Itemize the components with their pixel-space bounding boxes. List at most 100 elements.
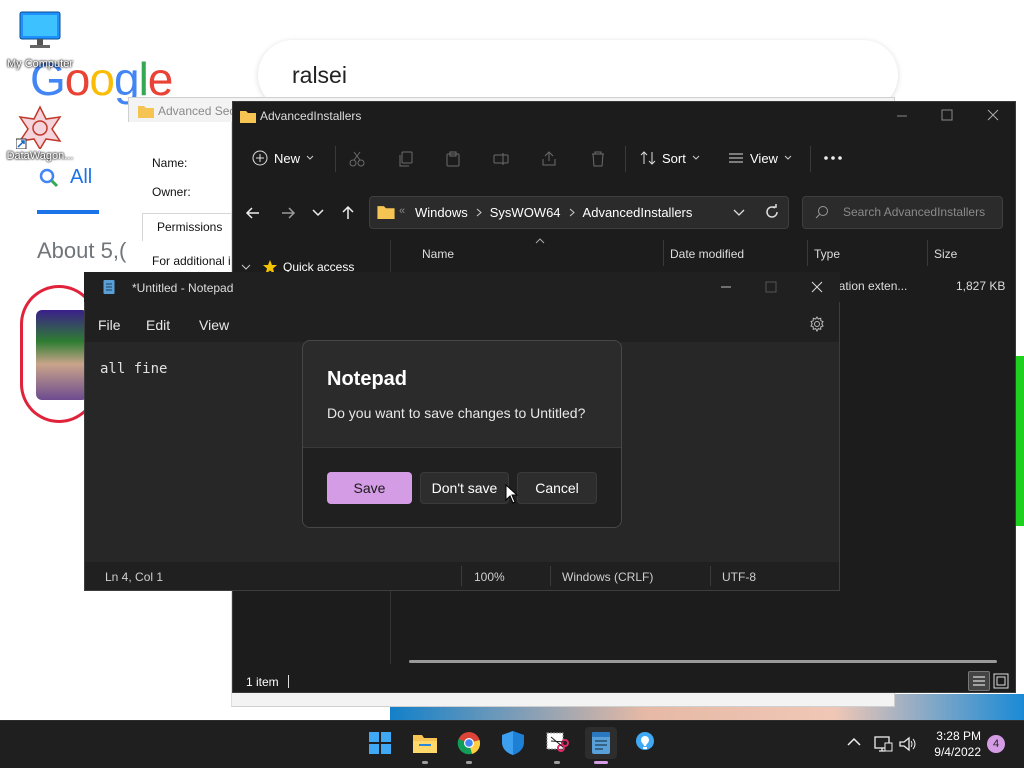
volume-icon[interactable] xyxy=(898,735,918,753)
view-button[interactable]: View xyxy=(728,150,792,166)
copy-icon[interactable] xyxy=(398,151,414,167)
tips-icon[interactable] xyxy=(629,727,661,759)
new-button-label: New xyxy=(274,150,301,166)
delete-icon[interactable] xyxy=(590,151,606,167)
notepad-icon[interactable] xyxy=(585,727,617,759)
file-explorer-icon[interactable] xyxy=(409,727,441,759)
save-button[interactable]: Save xyxy=(327,472,412,504)
close-icon[interactable] xyxy=(987,109,999,121)
status-zoom: 100% xyxy=(474,570,505,584)
column-separator[interactable] xyxy=(663,240,664,266)
menu-edit[interactable]: Edit xyxy=(146,317,170,333)
datawagon-icon xyxy=(16,105,64,149)
additional-info-text: For additional i xyxy=(152,254,231,268)
tab-permissions[interactable]: Permissions xyxy=(142,213,232,241)
monitor-icon xyxy=(18,10,62,50)
folder-icon xyxy=(240,109,256,123)
sort-ascending-icon xyxy=(535,238,545,244)
breadcrumb-separator-icon xyxy=(476,208,482,217)
breadcrumb: Windows SysWOW64 AdvancedInstallers xyxy=(415,205,692,220)
column-header-date-modified[interactable]: Date modified xyxy=(670,247,744,261)
notepad-title: *Untitled - Notepad xyxy=(132,281,234,295)
refresh-icon[interactable] xyxy=(764,204,780,220)
sort-button[interactable]: Sort xyxy=(640,150,700,166)
status-divider xyxy=(288,675,289,688)
gear-icon[interactable] xyxy=(809,316,825,332)
running-indicator xyxy=(554,761,560,764)
maximize-icon[interactable] xyxy=(765,281,777,293)
close-icon[interactable] xyxy=(811,281,823,293)
name-label: Name: xyxy=(152,156,188,170)
breadcrumb-item[interactable]: Windows xyxy=(415,205,468,220)
cancel-button[interactable]: Cancel xyxy=(517,472,597,504)
maximize-icon[interactable] xyxy=(941,109,953,121)
column-header-type[interactable]: Type xyxy=(814,247,840,261)
snipping-tool-icon[interactable] xyxy=(541,727,573,759)
dialog-title: Notepad xyxy=(327,368,407,390)
chevron-down-icon xyxy=(784,155,792,161)
breadcrumb-separator-icon xyxy=(569,208,575,217)
desktop-icon-label: My Computer xyxy=(6,58,74,70)
dont-save-button[interactable]: Don't save xyxy=(420,472,509,504)
menu-file[interactable]: File xyxy=(98,317,121,333)
view-list-icon xyxy=(728,150,744,166)
share-icon[interactable] xyxy=(541,151,557,167)
clock-date[interactable]: 9/4/2022 xyxy=(925,745,981,759)
column-separator[interactable] xyxy=(927,240,928,266)
details-view-button[interactable] xyxy=(968,671,990,691)
search-icon xyxy=(815,205,829,219)
result-thumbnail[interactable] xyxy=(36,310,88,400)
clock-time[interactable]: 3:28 PM xyxy=(925,729,981,743)
explorer-search-placeholder[interactable]: Search AdvancedInstallers xyxy=(843,205,985,219)
paste-icon[interactable] xyxy=(445,151,461,167)
rename-icon[interactable] xyxy=(493,151,509,167)
tab-all-underline xyxy=(37,210,99,214)
minimize-icon[interactable] xyxy=(896,108,908,122)
network-icon[interactable] xyxy=(873,735,893,753)
search-icon xyxy=(38,167,60,189)
up-arrow-icon[interactable] xyxy=(340,205,356,221)
toolbar-divider xyxy=(625,146,626,172)
more-options-icon[interactable] xyxy=(823,154,843,162)
dialog-message: Do you want to save changes to Untitled? xyxy=(327,405,586,421)
status-divider xyxy=(550,566,551,586)
running-indicator xyxy=(466,761,472,764)
tab-all[interactable]: All xyxy=(70,166,92,189)
breadcrumb-overflow-icon[interactable]: « xyxy=(399,205,405,217)
column-separator[interactable] xyxy=(807,240,808,266)
forward-arrow-icon[interactable] xyxy=(280,205,296,221)
breadcrumb-item[interactable]: SysWOW64 xyxy=(490,205,561,220)
windows-security-icon[interactable] xyxy=(497,727,529,759)
address-history-chevron-icon[interactable] xyxy=(733,208,745,218)
google-search-query[interactable]: ralsei xyxy=(292,62,347,89)
minimize-icon[interactable] xyxy=(720,281,732,293)
chevron-up-icon[interactable] xyxy=(847,737,861,747)
status-encoding: UTF-8 xyxy=(722,570,756,584)
file-type-cell: ication exten... xyxy=(830,279,908,293)
start-icon[interactable] xyxy=(364,727,396,759)
chevron-down-icon xyxy=(692,155,700,161)
status-cursor-position: Ln 4, Col 1 xyxy=(105,570,164,584)
column-header-name[interactable]: Name xyxy=(422,247,454,261)
back-arrow-icon[interactable] xyxy=(245,205,261,221)
column-header-size[interactable]: Size xyxy=(934,247,957,261)
chevron-down-icon[interactable] xyxy=(241,263,251,271)
running-indicator xyxy=(422,761,428,764)
chrome-icon[interactable] xyxy=(453,727,485,759)
notification-badge[interactable]: 4 xyxy=(987,735,1005,753)
cut-icon[interactable] xyxy=(349,151,365,167)
breadcrumb-item[interactable]: AdvancedInstallers xyxy=(583,205,693,220)
notepad-text-content[interactable]: all fine xyxy=(100,361,167,377)
tiles-view-button[interactable] xyxy=(993,673,1009,689)
new-button[interactable]: New xyxy=(252,150,314,166)
toolbar-divider xyxy=(335,146,336,172)
desktop-icon-datawagon[interactable]: DataWagon... xyxy=(0,105,80,162)
desktop-icon-my-computer[interactable]: My Computer xyxy=(0,10,80,70)
advanced-security-title: Advanced Sec xyxy=(158,104,236,118)
desktop-icon-label: DataWagon... xyxy=(6,150,74,162)
menu-view[interactable]: View xyxy=(199,317,229,333)
mouse-cursor-icon xyxy=(505,484,519,504)
file-size-cell: 1,827 KB xyxy=(956,279,1006,293)
horizontal-scrollbar[interactable] xyxy=(409,660,997,663)
recent-locations-chevron-icon[interactable] xyxy=(312,208,324,218)
